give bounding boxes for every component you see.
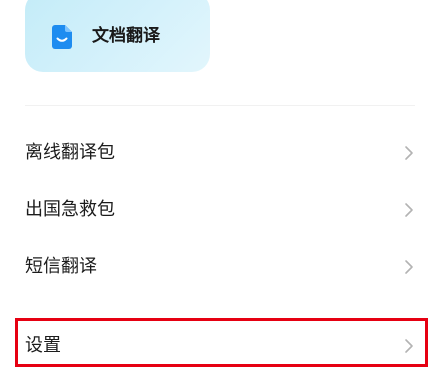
doc-translate-label: 文档翻译	[92, 26, 160, 46]
menu-item-label: 短信翻译	[25, 256, 97, 277]
chevron-right-icon	[405, 203, 413, 217]
page: 文档翻译 离线翻译包 出国急救包 短信翻译 设置	[0, 0, 447, 377]
menu-item-label: 离线翻译包	[25, 142, 115, 163]
menu-item-offline-pack[interactable]: 离线翻译包	[25, 133, 420, 173]
menu-item-emergency-kit[interactable]: 出国急救包	[25, 190, 420, 230]
document-icon	[52, 25, 72, 49]
chevron-right-icon	[405, 146, 413, 160]
menu-item-label: 出国急救包	[25, 199, 115, 220]
doc-translate-card[interactable]: 文档翻译	[25, 0, 210, 72]
chevron-right-icon	[405, 339, 413, 353]
chevron-right-icon	[405, 260, 413, 274]
divider	[25, 105, 415, 106]
menu-item-settings[interactable]: 设置	[25, 326, 420, 366]
menu-item-sms-translate[interactable]: 短信翻译	[25, 247, 420, 287]
menu-item-label: 设置	[25, 335, 61, 356]
